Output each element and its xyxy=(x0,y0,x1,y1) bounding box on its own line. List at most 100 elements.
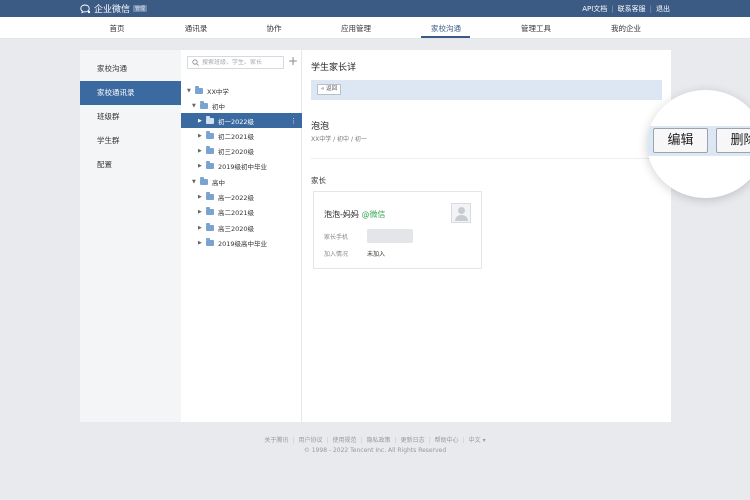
folder-icon xyxy=(206,238,214,246)
wechat-tag: @微信 xyxy=(361,210,386,219)
separator: | xyxy=(326,437,329,444)
menu-item-school-directory[interactable]: 家校通讯录 xyxy=(80,81,181,105)
footer-link-rules[interactable]: 使用规范 xyxy=(332,437,356,444)
tree-node-label: 高二2021级 xyxy=(218,208,255,217)
expanded-arrow-icon[interactable]: ▼ xyxy=(192,179,200,185)
more-options-icon[interactable]: ⋮ xyxy=(290,117,297,125)
menu-item-class-groups[interactable]: 班级群 xyxy=(80,105,181,129)
search-icon xyxy=(192,59,199,66)
parent-card: 泡泡-妈妈 @微信 家长手机 加入情况 未加入 xyxy=(313,191,482,269)
menu-item-home-school[interactable]: 家校沟通 xyxy=(80,57,181,81)
separator: | xyxy=(649,5,652,13)
separator: | xyxy=(462,437,465,444)
wecom-logo-icon xyxy=(80,4,91,13)
back-label: 返回 xyxy=(326,86,338,92)
folder-icon xyxy=(206,192,214,200)
expanded-arrow-icon[interactable]: ▼ xyxy=(187,88,195,94)
tree-node-grade7[interactable]: ▶ 初一2022级 ⋮ xyxy=(181,113,302,128)
menu-item-student-groups[interactable]: 学生群 xyxy=(80,129,181,153)
folder-icon xyxy=(206,146,214,154)
tree-node-grade10[interactable]: ▶ 高一2022级 xyxy=(181,189,302,204)
tree-node-label: 初三2020级 xyxy=(218,147,255,156)
tree-node-label: 高中 xyxy=(212,178,225,187)
nav-home-school[interactable]: 家校沟通 xyxy=(431,23,461,34)
back-button[interactable]: « 返回 xyxy=(317,84,342,95)
tree-node-grade9[interactable]: ▶ 初三2020级 xyxy=(181,143,302,158)
tree-search[interactable] xyxy=(187,56,284,69)
copyright: © 1998 - 2022 Tencent Inc. All Rights Re… xyxy=(303,447,447,454)
phone-label: 家长手机 xyxy=(324,234,349,241)
separator: | xyxy=(428,437,431,444)
language-select[interactable]: 中文 ▾ xyxy=(469,437,486,444)
collapsed-arrow-icon[interactable]: ▶ xyxy=(198,225,206,231)
student-path: XX中学 / 初中 / 初一 xyxy=(311,136,367,143)
tree-node-grade11[interactable]: ▶ 高二2021级 xyxy=(181,204,302,219)
tree-node-label: 初一2022级 xyxy=(218,117,255,126)
tree-node-label: 高三2020级 xyxy=(218,224,255,233)
footer-link-privacy[interactable]: 隐私政策 xyxy=(367,437,391,444)
contact-support-link[interactable]: 联系客服 xyxy=(618,4,646,14)
tree-search-input[interactable] xyxy=(202,59,282,66)
top-bar: 企业微信 管理 API文档 | 联系客服 | 退出 xyxy=(0,0,750,17)
collapsed-arrow-icon[interactable]: ▶ xyxy=(198,133,206,139)
footer-link-terms[interactable]: 用户协议 xyxy=(298,437,322,444)
tree-node-label: XX中学 xyxy=(207,87,229,96)
tree-node-senior[interactable]: ▼ 高中 xyxy=(181,174,302,189)
brand[interactable]: 企业微信 管理 xyxy=(80,2,148,15)
parents-section-title: 家长 xyxy=(311,176,326,185)
separator: | xyxy=(611,5,614,13)
directory-tree: + ▼ XX中学 ▼ 初中 ▶ 初一2022级 ⋮ ▶ 初二2021级 ▶ 初三… xyxy=(181,50,302,422)
avatar-icon xyxy=(451,203,471,223)
parent-name: 泡泡-妈妈 @微信 xyxy=(324,209,385,220)
footer-link-help[interactable]: 帮助中心 xyxy=(435,437,459,444)
api-docs-link[interactable]: API文档 xyxy=(582,4,607,14)
nav-contacts[interactable]: 通讯录 xyxy=(185,23,208,34)
nav-collaboration[interactable]: 协作 xyxy=(267,23,282,34)
separator: | xyxy=(292,437,295,444)
tree-node-label: 高一2022级 xyxy=(218,193,255,202)
tree-node-label: 2019级初中毕业 xyxy=(218,162,268,171)
folder-icon xyxy=(206,116,214,124)
footer-link-about[interactable]: 关于腾讯 xyxy=(264,437,288,444)
footer-link-changelog[interactable]: 更新日志 xyxy=(401,437,425,444)
collapsed-arrow-icon[interactable]: ▶ xyxy=(198,240,206,246)
tree-node-school[interactable]: ▼ XX中学 xyxy=(181,83,302,98)
nav-home[interactable]: 首页 xyxy=(110,23,125,34)
folder-icon xyxy=(200,101,208,109)
tree-node-senior-graduated[interactable]: ▶ 2019级高中毕业 xyxy=(181,235,302,250)
student-name: 泡泡 xyxy=(311,122,330,132)
folder-icon xyxy=(195,86,203,94)
separator: | xyxy=(394,437,397,444)
folder-icon xyxy=(200,177,208,185)
edit-button[interactable]: 编辑 xyxy=(653,128,708,153)
logout-link[interactable]: 退出 xyxy=(656,4,670,14)
separator: | xyxy=(360,437,363,444)
tree-node-label: 初二2021级 xyxy=(218,132,255,141)
tree-node-label: 初中 xyxy=(212,102,225,111)
join-status-label: 加入情况 xyxy=(324,251,349,258)
expanded-arrow-icon[interactable]: ▼ xyxy=(192,103,200,109)
tree-node-junior[interactable]: ▼ 初中 xyxy=(181,98,302,113)
collapsed-arrow-icon[interactable]: ▶ xyxy=(198,209,206,215)
folder-icon xyxy=(206,131,214,139)
collapsed-arrow-icon[interactable]: ▶ xyxy=(198,194,206,200)
main-nav: 首页 通讯录 协作 应用管理 家校沟通 管理工具 我的企业 xyxy=(0,17,750,39)
nav-app-management[interactable]: 应用管理 xyxy=(341,23,371,34)
redacted-phone xyxy=(367,229,413,243)
delete-button[interactable]: 删除 xyxy=(716,128,750,153)
tree-node-grade8[interactable]: ▶ 初二2021级 xyxy=(181,128,302,143)
detail-toolbar: « 返回 xyxy=(311,80,662,100)
nav-my-enterprise[interactable]: 我的企业 xyxy=(611,23,641,34)
divider xyxy=(311,158,662,159)
add-icon[interactable]: + xyxy=(288,54,298,68)
collapsed-arrow-icon[interactable]: ▶ xyxy=(198,163,206,169)
tree-node-junior-graduated[interactable]: ▶ 2019级初中毕业 xyxy=(181,158,302,173)
collapsed-arrow-icon[interactable]: ▶ xyxy=(198,118,206,124)
content-panel: 家校沟通 家校通讯录 班级群 学生群 配置 + ▼ XX中学 ▼ 初中 ▶ 初一… xyxy=(80,50,750,422)
menu-item-settings[interactable]: 配置 xyxy=(80,153,181,177)
collapsed-arrow-icon[interactable]: ▶ xyxy=(198,148,206,154)
nav-management-tools[interactable]: 管理工具 xyxy=(521,23,551,34)
top-links: API文档 | 联系客服 | 退出 xyxy=(582,4,670,14)
tree-node-grade12[interactable]: ▶ 高三2020级 xyxy=(181,220,302,235)
detail-title: 学生家长详 xyxy=(311,63,357,73)
